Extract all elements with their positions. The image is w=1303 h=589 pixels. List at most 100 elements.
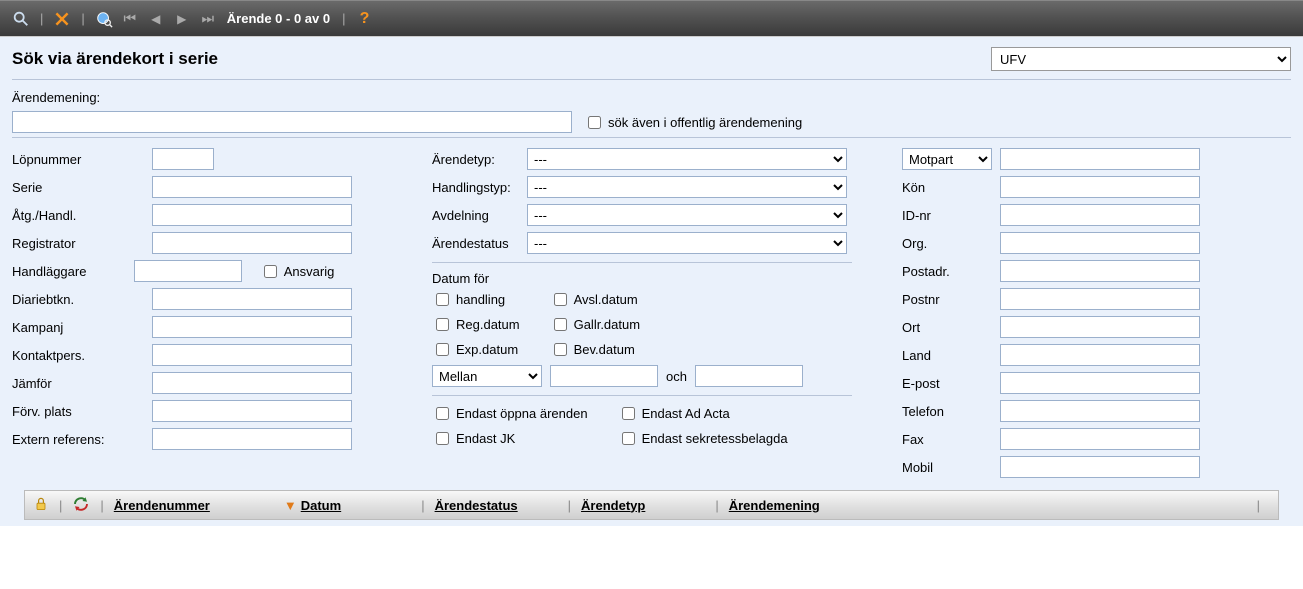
left-column: Löpnummer Serie Åtg./Handl. Registrator … (12, 148, 382, 456)
nav-next-icon[interactable] (171, 8, 193, 30)
datum-for-label: Datum för (432, 271, 852, 286)
epost-label: E-post (902, 376, 1000, 391)
jamfor-input[interactable] (152, 372, 352, 394)
land-input[interactable] (1000, 344, 1200, 366)
date-range-mode-select[interactable]: Mellan (432, 365, 542, 387)
postadr-label: Postadr. (902, 264, 1000, 279)
top-toolbar: | | Ärende 0 - 0 av 0 | ? (0, 0, 1303, 36)
regdatum-check[interactable]: Reg.datum (432, 315, 520, 334)
col-arendetyp[interactable]: Ärendetyp (581, 498, 645, 513)
toolbar-separator: | (81, 11, 84, 26)
lopnummer-label: Löpnummer (12, 152, 152, 167)
org-label: Org. (902, 236, 1000, 251)
idnr-label: ID-nr (902, 208, 1000, 223)
subject-input[interactable] (12, 111, 572, 133)
epost-input[interactable] (1000, 372, 1200, 394)
help-icon[interactable]: ? (354, 8, 376, 30)
postnr-input[interactable] (1000, 288, 1200, 310)
kampanj-input[interactable] (152, 316, 352, 338)
arendestatus-label: Ärendestatus (432, 236, 527, 251)
bevdatum-check[interactable]: Bev.datum (550, 340, 640, 359)
ansvarig-checkbox[interactable] (264, 265, 277, 278)
handlaggare-input[interactable] (134, 260, 242, 282)
motpart-select[interactable]: Motpart (902, 148, 992, 170)
search-form: Sök via ärendekort i serie UFV Ärendemen… (0, 36, 1303, 526)
telefon-input[interactable] (1000, 400, 1200, 422)
toolbar-separator: | (342, 11, 345, 26)
nav-last-icon[interactable] (197, 8, 219, 30)
handlingstyp-select[interactable]: --- (527, 176, 847, 198)
ort-input[interactable] (1000, 316, 1200, 338)
avdelning-select[interactable]: --- (527, 204, 847, 226)
org-input[interactable] (1000, 232, 1200, 254)
refresh-icon[interactable] (72, 495, 90, 516)
registrator-input[interactable] (152, 232, 352, 254)
also-public-check-label[interactable]: sök även i offentlig ärendemening (584, 113, 802, 132)
lopnummer-input[interactable] (152, 148, 214, 170)
avsldatum-check[interactable]: Avsl.datum (550, 290, 640, 309)
middle-column: Ärendetyp:--- Handlingstyp:--- Avdelning… (432, 148, 852, 448)
nav-prev-icon[interactable] (145, 8, 167, 30)
search-icon[interactable] (10, 8, 32, 30)
externref-input[interactable] (152, 428, 352, 450)
serie-label: Serie (12, 180, 152, 195)
record-counter: Ärende 0 - 0 av 0 (227, 11, 330, 26)
diariebtkn-label: Diariebtkn. (12, 292, 152, 307)
kontaktpers-input[interactable] (152, 344, 352, 366)
externref-label: Extern referens: (12, 432, 152, 447)
forvplats-label: Förv. plats (12, 404, 152, 419)
globe-search-icon[interactable] (93, 8, 115, 30)
right-column: Motpart Kön ID-nr Org. Postadr. Postnr O… (902, 148, 1222, 484)
lock-icon[interactable] (33, 496, 49, 515)
nav-first-icon[interactable] (119, 8, 141, 30)
expdatum-check[interactable]: Exp.datum (432, 340, 520, 359)
date-from-input[interactable] (550, 365, 658, 387)
jamfor-label: Jämför (12, 376, 152, 391)
sekretess-check[interactable]: Endast sekretessbelagda (618, 429, 788, 448)
kontaktpers-label: Kontaktpers. (12, 348, 152, 363)
jk-check[interactable]: Endast JK (432, 429, 588, 448)
atg-input[interactable] (152, 204, 352, 226)
motpart-input[interactable] (1000, 148, 1200, 170)
serie-input[interactable] (152, 176, 352, 198)
arendetyp-select[interactable]: --- (527, 148, 847, 170)
results-header-bar: | | Ärendenummer ▼ Datum | Ärendestatus … (24, 490, 1279, 520)
col-arendemening[interactable]: Ärendemening (729, 498, 820, 513)
land-label: Land (902, 348, 1000, 363)
also-public-checkbox[interactable] (588, 116, 601, 129)
forvplats-input[interactable] (152, 400, 352, 422)
gallrdatum-check[interactable]: Gallr.datum (550, 315, 640, 334)
handling-check[interactable]: handling (432, 290, 520, 309)
kon-input[interactable] (1000, 176, 1200, 198)
arendestatus-select[interactable]: --- (527, 232, 847, 254)
col-arendenummer[interactable]: Ärendenummer (114, 498, 210, 513)
registrator-label: Registrator (12, 236, 152, 251)
col-datum[interactable]: Datum (301, 498, 341, 513)
diariebtkn-input[interactable] (152, 288, 352, 310)
kon-label: Kön (902, 180, 1000, 195)
postadr-input[interactable] (1000, 260, 1200, 282)
fax-input[interactable] (1000, 428, 1200, 450)
postnr-label: Postnr (902, 292, 1000, 307)
series-select[interactable]: UFV (991, 47, 1291, 71)
idnr-input[interactable] (1000, 204, 1200, 226)
col-arendestatus[interactable]: Ärendestatus (435, 498, 518, 513)
date-to-input[interactable] (695, 365, 803, 387)
ansvarig-check-label[interactable]: Ansvarig (260, 262, 382, 281)
mobil-label: Mobil (902, 460, 1000, 475)
ort-label: Ort (902, 320, 1000, 335)
handlaggare-label: Handläggare (12, 264, 134, 279)
kampanj-label: Kampanj (12, 320, 152, 335)
sort-indicator-icon: ▼ (284, 498, 297, 513)
clear-icon[interactable] (51, 8, 73, 30)
oppna-check[interactable]: Endast öppna ärenden (432, 404, 588, 423)
handlingstyp-label: Handlingstyp: (432, 180, 527, 195)
telefon-label: Telefon (902, 404, 1000, 419)
adacta-check[interactable]: Endast Ad Acta (618, 404, 788, 423)
avdelning-label: Avdelning (432, 208, 527, 223)
toolbar-separator: | (40, 11, 43, 26)
subject-label: Ärendemening: (12, 90, 152, 105)
mobil-input[interactable] (1000, 456, 1200, 478)
atg-label: Åtg./Handl. (12, 208, 152, 223)
fax-label: Fax (902, 432, 1000, 447)
